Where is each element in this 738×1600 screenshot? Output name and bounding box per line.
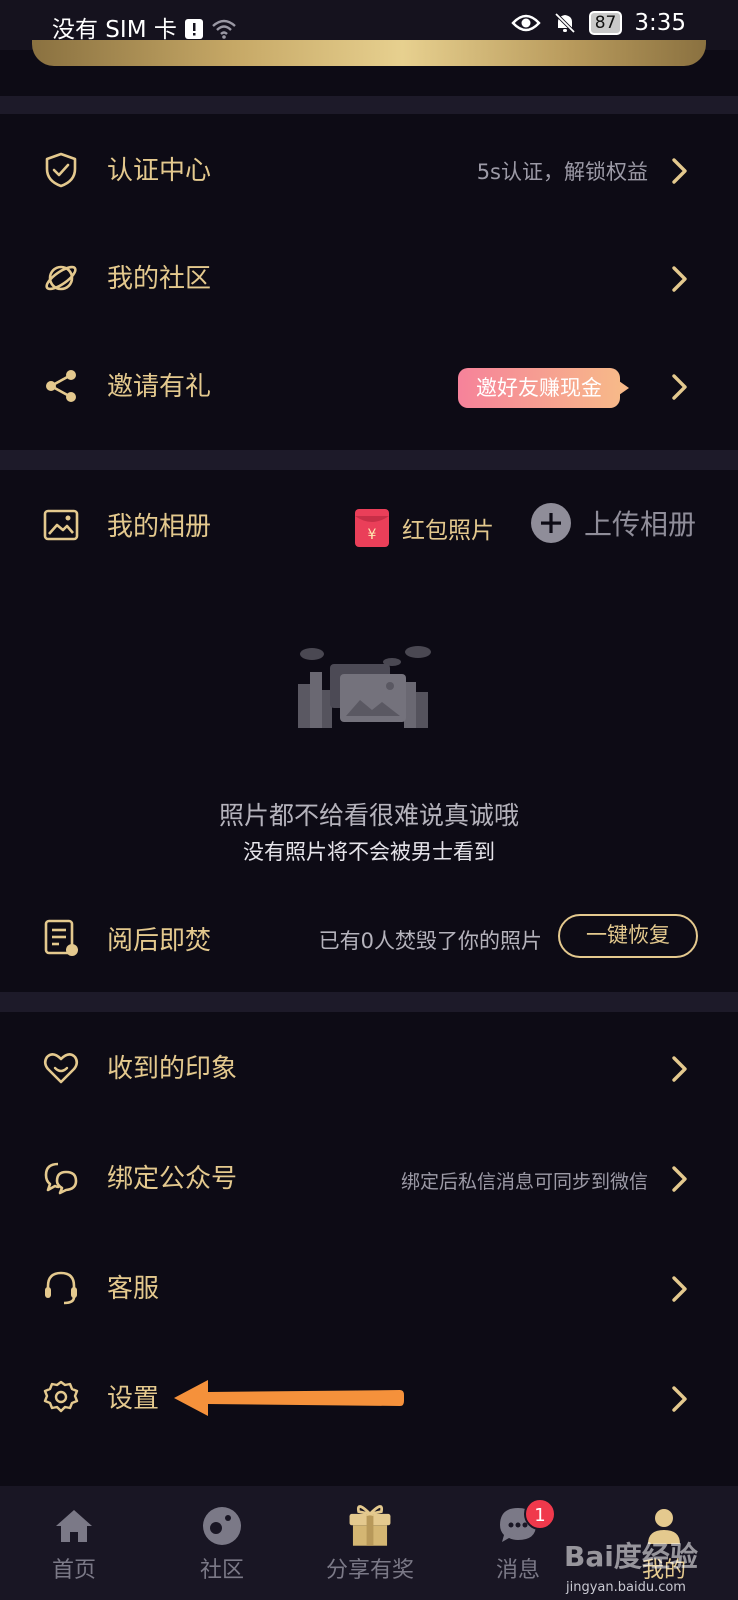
album-title: 我的相册 bbox=[107, 512, 212, 542]
sim-alert-icon bbox=[185, 19, 204, 39]
menu-label: 收到的印象 bbox=[107, 1054, 238, 1084]
vip-card-edge[interactable] bbox=[32, 40, 706, 66]
red-packet-symbol: ¥ bbox=[368, 527, 377, 543]
annotation-arrow bbox=[174, 1380, 404, 1416]
burn-label: 阅后即焚 bbox=[107, 926, 212, 956]
message-count-badge: 1 bbox=[524, 1498, 556, 1530]
empty-album-illustration bbox=[298, 646, 431, 728]
document-fire-icon bbox=[44, 919, 78, 956]
menu-row-support[interactable]: 客服 bbox=[0, 1234, 738, 1344]
clock: 3:35 bbox=[634, 10, 686, 36]
menu-label: 邀请有礼 bbox=[107, 372, 212, 402]
invite-promo-badge: 邀好友赚现金 bbox=[458, 368, 629, 408]
menu-row-impressions[interactable]: 收到的印象 bbox=[0, 1014, 738, 1124]
chevron-right-icon bbox=[672, 158, 687, 184]
empty-album-subtitle: 没有照片将不会被男士看到 bbox=[243, 840, 495, 864]
section-divider bbox=[0, 992, 738, 1012]
menu-row-community[interactable]: 我的社区 bbox=[0, 224, 738, 334]
restore-all-button[interactable]: 一键恢复 bbox=[558, 914, 698, 958]
share-icon bbox=[46, 370, 76, 402]
plus-circle-icon bbox=[531, 503, 571, 543]
tab-community[interactable]: 社区 bbox=[148, 1486, 296, 1600]
gift-icon bbox=[349, 1505, 391, 1546]
headset-icon bbox=[45, 1271, 77, 1305]
chevron-right-icon bbox=[672, 1056, 687, 1082]
watermark-brand: Bai度经验 bbox=[564, 1540, 698, 1573]
burn-after-reading-row: 阅后即焚 已有0人焚毁了你的照片 一键恢复 bbox=[0, 878, 738, 988]
red-packet-label: 红包照片 bbox=[402, 518, 494, 544]
burn-hint: 已有0人焚毁了你的照片 bbox=[318, 929, 542, 953]
chevron-right-icon bbox=[672, 1166, 687, 1192]
home-icon bbox=[56, 1510, 92, 1542]
section-divider bbox=[0, 450, 738, 470]
battery-indicator: 87 bbox=[588, 11, 623, 35]
eye-icon bbox=[511, 14, 541, 32]
menu-label: 绑定公众号 bbox=[107, 1164, 238, 1194]
tab-label: 分享有奖 bbox=[325, 1558, 414, 1583]
tab-share-reward[interactable]: 分享有奖 bbox=[296, 1486, 444, 1600]
tab-home[interactable]: 首页 bbox=[0, 1486, 148, 1600]
menu-label: 认证中心 bbox=[107, 156, 212, 186]
wifi-icon bbox=[212, 19, 237, 39]
chevron-right-icon bbox=[672, 266, 687, 292]
album-header: 我的相册 ¥ 红包照片 上传相册 bbox=[0, 470, 738, 580]
chevron-right-icon bbox=[672, 374, 687, 400]
menu-hint: 绑定后私信消息可同步到微信 bbox=[400, 1171, 648, 1193]
chevron-right-icon bbox=[672, 1386, 687, 1412]
gear-icon bbox=[43, 1380, 79, 1413]
menu-label: 设置 bbox=[107, 1384, 160, 1414]
menu-row-verify[interactable]: 认证中心 5s认证，解锁权益 bbox=[0, 116, 738, 226]
red-packet-photo-button[interactable]: ¥ 红包照片 bbox=[354, 508, 494, 548]
baidu-logo: Bai度经验 bbox=[564, 1540, 698, 1573]
mute-bell-icon bbox=[554, 12, 575, 34]
baidu-watermark: Bai度经验 jingyan.baidu.com bbox=[560, 1532, 730, 1598]
status-right: 87 3:35 bbox=[511, 10, 686, 36]
carrier-text: 没有 SIM 卡 bbox=[52, 10, 237, 44]
upload-album-button[interactable]: 上传相册 bbox=[530, 502, 696, 544]
menu-row-bind-wechat[interactable]: 绑定公众号 绑定后私信消息可同步到微信 bbox=[0, 1124, 738, 1234]
menu-row-invite[interactable]: 邀请有礼 邀好友赚现金 bbox=[0, 332, 738, 442]
menu-hint: 5s认证，解锁权益 bbox=[476, 160, 648, 184]
red-packet-icon: ¥ bbox=[355, 509, 389, 547]
tab-label: 社区 bbox=[199, 1558, 244, 1583]
watermark-url: jingyan.baidu.com bbox=[566, 1580, 686, 1595]
image-icon bbox=[43, 509, 79, 541]
chevron-right-icon bbox=[672, 1276, 687, 1302]
planet-icon bbox=[45, 265, 77, 291]
upload-album-label: 上传相册 bbox=[584, 508, 697, 541]
chat-bubbles-icon bbox=[44, 1162, 78, 1195]
section-divider bbox=[0, 96, 738, 114]
heart-icon bbox=[43, 1053, 79, 1084]
menu-label: 客服 bbox=[107, 1274, 160, 1304]
menu-label: 我的社区 bbox=[107, 264, 212, 294]
tab-label: 首页 bbox=[51, 1558, 96, 1583]
community-icon bbox=[203, 1507, 241, 1545]
shield-check-icon bbox=[45, 152, 77, 188]
empty-album-title: 照片都不给看很难说真诚哦 bbox=[218, 801, 519, 830]
